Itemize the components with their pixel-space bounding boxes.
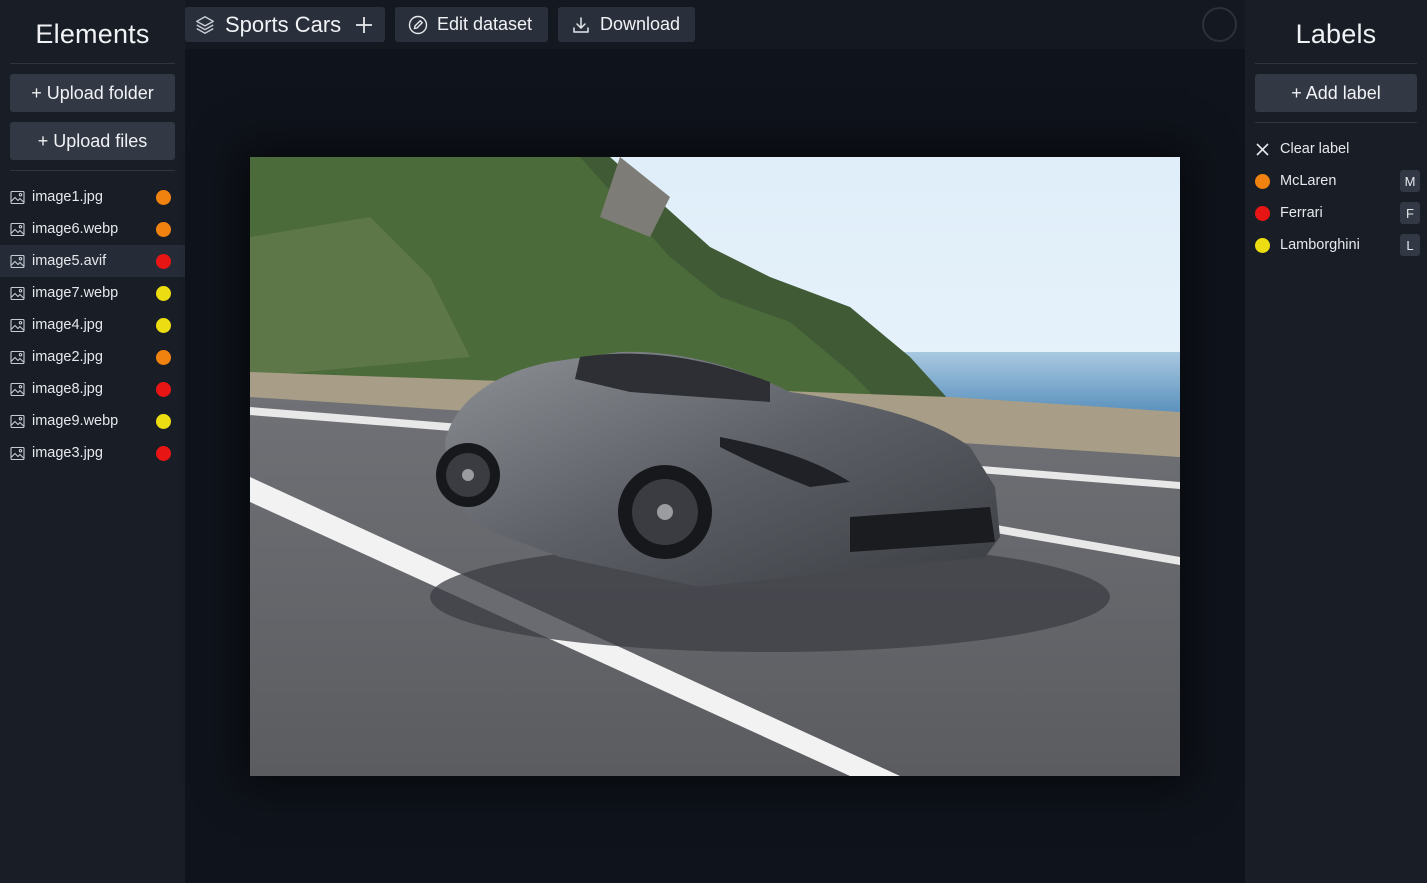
hotkey-badge: F bbox=[1400, 202, 1420, 224]
image-icon bbox=[10, 382, 25, 397]
file-item[interactable]: image1.jpg bbox=[0, 181, 185, 213]
hotkey-badge: M bbox=[1400, 170, 1420, 192]
file-item[interactable]: image5.avif bbox=[0, 245, 185, 277]
file-name: image5.avif bbox=[32, 253, 107, 269]
image-viewer bbox=[185, 49, 1245, 883]
image-icon bbox=[10, 286, 25, 301]
image-icon bbox=[10, 222, 25, 237]
label-color-dot bbox=[156, 285, 171, 301]
label-name: McLaren bbox=[1280, 173, 1337, 189]
file-item[interactable]: image9.webp bbox=[0, 405, 185, 437]
file-item[interactable]: image3.jpg bbox=[0, 437, 185, 469]
edit-dataset-button[interactable]: Edit dataset bbox=[395, 7, 548, 42]
label-color-dot bbox=[156, 381, 171, 397]
label-color-dot bbox=[156, 317, 171, 333]
label-list: McLaren M Ferrari F Lamborghini L bbox=[1245, 165, 1427, 261]
file-item[interactable]: image4.jpg bbox=[0, 309, 185, 341]
image-icon bbox=[10, 446, 25, 461]
label-item-lamborghini[interactable]: Lamborghini L bbox=[1245, 229, 1427, 261]
app-root: Elements + Upload folder + Upload files … bbox=[0, 0, 1427, 883]
dataset-name: Sports Cars bbox=[225, 11, 342, 37]
label-color-dot bbox=[156, 445, 171, 461]
file-name: image7.webp bbox=[32, 285, 119, 301]
file-item[interactable]: image2.jpg bbox=[0, 341, 185, 373]
layers-icon bbox=[194, 14, 216, 36]
clear-label-text: Clear label bbox=[1280, 141, 1350, 157]
close-icon bbox=[1255, 142, 1270, 157]
label-color-dot bbox=[1255, 237, 1270, 253]
download-button[interactable]: Download bbox=[558, 7, 695, 42]
labels-divider bbox=[1255, 122, 1417, 123]
label-color-dot bbox=[1255, 173, 1270, 189]
image-icon bbox=[10, 254, 25, 269]
image-icon bbox=[10, 414, 25, 429]
file-name: image3.jpg bbox=[32, 445, 103, 461]
file-item[interactable]: image6.webp bbox=[0, 213, 185, 245]
labels-sidebar: Labels + Add label Clear label McLaren M F… bbox=[1245, 0, 1427, 883]
label-color-dot bbox=[156, 413, 171, 429]
file-item[interactable]: image8.jpg bbox=[0, 373, 185, 405]
plus-icon[interactable] bbox=[354, 15, 374, 35]
upload-files-button[interactable]: + Upload files bbox=[10, 122, 175, 160]
file-name: image4.jpg bbox=[32, 317, 103, 333]
add-label-button[interactable]: + Add label bbox=[1255, 74, 1417, 112]
pencil-circle-icon bbox=[408, 15, 428, 35]
elements-title: Elements bbox=[10, 0, 175, 64]
download-icon bbox=[571, 15, 591, 35]
label-color-dot bbox=[1255, 205, 1270, 221]
edit-dataset-label: Edit dataset bbox=[437, 14, 533, 34]
label-item-ferrari[interactable]: Ferrari F bbox=[1245, 197, 1427, 229]
car-photo[interactable] bbox=[250, 157, 1180, 776]
hotkey-badge: L bbox=[1400, 234, 1420, 256]
status-indicator bbox=[1202, 7, 1237, 42]
sidebar-divider bbox=[10, 170, 175, 171]
download-label: Download bbox=[600, 14, 681, 34]
label-color-dot bbox=[156, 349, 171, 365]
label-item-mclaren[interactable]: McLaren M bbox=[1245, 165, 1427, 197]
image-icon bbox=[10, 350, 25, 365]
label-color-dot bbox=[156, 253, 171, 269]
file-name: image8.jpg bbox=[32, 381, 103, 397]
label-color-dot bbox=[156, 189, 171, 205]
file-name: image2.jpg bbox=[32, 349, 103, 365]
file-item[interactable]: image7.webp bbox=[0, 277, 185, 309]
clear-label-item[interactable]: Clear label bbox=[1245, 133, 1427, 165]
image-icon bbox=[10, 190, 25, 205]
image-icon bbox=[10, 318, 25, 333]
label-name: Lamborghini bbox=[1280, 237, 1360, 253]
labels-title: Labels bbox=[1255, 0, 1417, 64]
file-name: image9.webp bbox=[32, 413, 119, 429]
dataset-selector-button[interactable]: Sports Cars bbox=[185, 7, 385, 42]
file-list: image1.jpg image6.webp image5.avif image7.w… bbox=[0, 181, 185, 469]
elements-sidebar: Elements + Upload folder + Upload files … bbox=[0, 0, 185, 883]
label-name: Ferrari bbox=[1280, 205, 1323, 221]
upload-folder-button[interactable]: + Upload folder bbox=[10, 74, 175, 112]
label-color-dot bbox=[156, 221, 171, 237]
file-name: image1.jpg bbox=[32, 189, 103, 205]
file-name: image6.webp bbox=[32, 221, 119, 237]
top-toolbar: Sports Cars Edit dataset Download bbox=[185, 0, 1245, 49]
